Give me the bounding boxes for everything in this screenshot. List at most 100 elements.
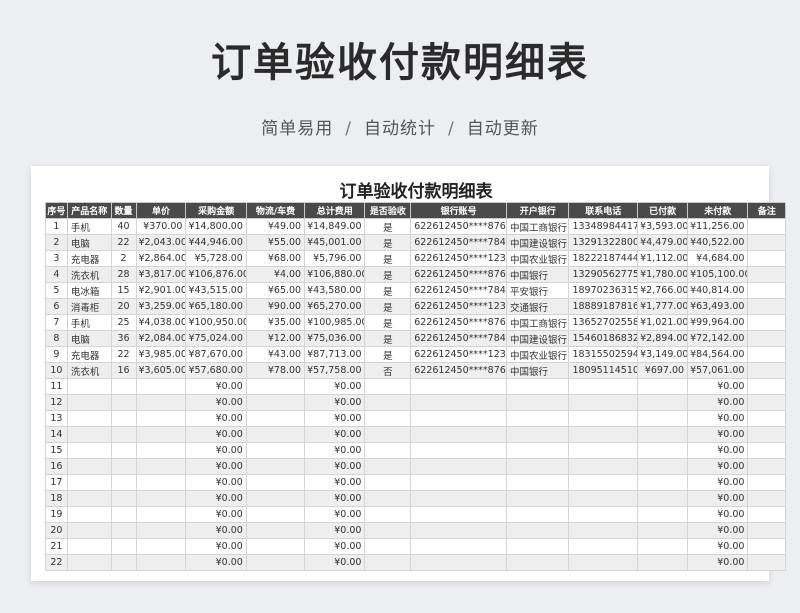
table-cell[interactable] <box>410 474 507 491</box>
table-cell[interactable]: ¥49.00 <box>245 218 306 235</box>
table-cell[interactable]: ¥0.00 <box>304 506 366 523</box>
table-cell[interactable] <box>364 554 412 571</box>
table-cell[interactable] <box>66 442 112 459</box>
table-cell[interactable] <box>66 522 112 539</box>
table-cell[interactable] <box>66 426 112 443</box>
table-cell[interactable] <box>505 426 570 443</box>
table-cell[interactable]: ¥0.00 <box>687 426 749 443</box>
table-cell[interactable]: 交通银行 <box>505 298 570 315</box>
table-cell[interactable]: 622612450****8767 <box>410 314 507 331</box>
table-cell[interactable] <box>410 458 507 475</box>
table-cell[interactable]: ¥68.00 <box>245 250 306 267</box>
table-cell[interactable]: 21 <box>45 538 68 555</box>
table-cell[interactable] <box>135 410 187 427</box>
table-cell[interactable]: 622612450****8767 <box>410 218 507 235</box>
table-cell[interactable]: ¥65.00 <box>245 282 306 299</box>
table-cell[interactable]: ¥4,684.00 <box>687 250 749 267</box>
table-cell[interactable] <box>505 522 570 539</box>
table-cell[interactable]: ¥44,946.00 <box>185 234 247 251</box>
table-cell[interactable]: 中国建设银行 <box>505 234 570 251</box>
table-cell[interactable] <box>364 410 412 427</box>
table-cell[interactable]: ¥0.00 <box>185 394 247 411</box>
table-cell[interactable]: ¥63,493.00 <box>687 298 749 315</box>
table-cell[interactable]: ¥57,061.00 <box>687 362 749 379</box>
table-cell[interactable]: 18 <box>45 490 68 507</box>
table-cell[interactable] <box>66 474 112 491</box>
table-cell[interactable] <box>245 554 306 571</box>
table-cell[interactable]: 中国银行 <box>505 362 570 379</box>
table-cell[interactable] <box>245 474 306 491</box>
table-cell[interactable] <box>747 490 786 507</box>
table-cell[interactable] <box>747 266 786 283</box>
table-cell[interactable]: 622612450****7842 <box>410 234 507 251</box>
table-cell[interactable]: 是 <box>364 346 412 363</box>
table-cell[interactable]: ¥0.00 <box>304 538 366 555</box>
table-cell[interactable]: ¥0.00 <box>185 474 247 491</box>
table-cell[interactable]: ¥0.00 <box>304 378 366 395</box>
table-cell[interactable] <box>505 506 570 523</box>
table-cell[interactable] <box>110 458 137 475</box>
table-cell[interactable]: 15 <box>45 442 68 459</box>
table-cell[interactable]: ¥0.00 <box>687 410 749 427</box>
table-cell[interactable]: ¥12.00 <box>245 330 306 347</box>
table-cell[interactable] <box>410 490 507 507</box>
table-cell[interactable]: 是 <box>364 234 412 251</box>
table-cell[interactable]: ¥87,713.00 <box>304 346 366 363</box>
table-cell[interactable] <box>747 474 786 491</box>
table-cell[interactable]: 中国工商银行 <box>505 218 570 235</box>
table-cell[interactable] <box>637 378 689 395</box>
table-cell[interactable] <box>505 410 570 427</box>
table-cell[interactable]: 10 <box>45 362 68 379</box>
table-cell[interactable]: ¥14,849.00 <box>304 218 366 235</box>
table-cell[interactable] <box>410 522 507 539</box>
table-cell[interactable] <box>410 506 507 523</box>
table-cell[interactable]: 622612450****1235 <box>410 346 507 363</box>
table-cell[interactable]: 622612450****1235 <box>410 298 507 315</box>
table-cell[interactable]: 13348984417 <box>568 218 639 235</box>
table-cell[interactable] <box>747 218 786 235</box>
table-cell[interactable]: ¥0.00 <box>687 538 749 555</box>
table-cell[interactable]: ¥0.00 <box>687 554 749 571</box>
table-cell[interactable]: ¥0.00 <box>304 442 366 459</box>
table-cell[interactable] <box>364 538 412 555</box>
table-cell[interactable]: ¥0.00 <box>185 458 247 475</box>
table-cell[interactable]: ¥3,259.00 <box>135 298 187 315</box>
table-cell[interactable] <box>410 394 507 411</box>
table-cell[interactable]: 28 <box>110 266 137 283</box>
table-cell[interactable]: 40 <box>110 218 137 235</box>
table-cell[interactable]: ¥0.00 <box>304 474 366 491</box>
table-cell[interactable]: ¥78.00 <box>245 362 306 379</box>
table-cell[interactable]: ¥3,817.00 <box>135 266 187 283</box>
table-cell[interactable]: ¥1,021.00 <box>637 314 689 331</box>
table-cell[interactable] <box>66 554 112 571</box>
table-cell[interactable]: ¥0.00 <box>185 506 247 523</box>
table-cell[interactable]: ¥43,580.00 <box>304 282 366 299</box>
table-cell[interactable] <box>66 410 112 427</box>
table-cell[interactable]: ¥40,522.00 <box>687 234 749 251</box>
table-cell[interactable] <box>637 442 689 459</box>
table-cell[interactable]: ¥2,043.00 <box>135 234 187 251</box>
table-cell[interactable] <box>245 490 306 507</box>
table-cell[interactable] <box>135 474 187 491</box>
table-cell[interactable]: ¥0.00 <box>185 522 247 539</box>
table-cell[interactable]: 2 <box>45 234 68 251</box>
table-cell[interactable]: ¥4,479.00 <box>637 234 689 251</box>
table-cell[interactable]: ¥697.00 <box>637 362 689 379</box>
table-cell[interactable] <box>110 442 137 459</box>
table-cell[interactable] <box>135 490 187 507</box>
table-cell[interactable]: ¥106,880.00 <box>304 266 366 283</box>
table-cell[interactable] <box>747 330 786 347</box>
table-cell[interactable] <box>568 426 639 443</box>
table-cell[interactable]: ¥2,084.00 <box>135 330 187 347</box>
table-cell[interactable]: 13652702558 <box>568 314 639 331</box>
table-cell[interactable]: ¥90.00 <box>245 298 306 315</box>
table-cell[interactable]: ¥0.00 <box>687 442 749 459</box>
table-cell[interactable]: ¥0.00 <box>687 506 749 523</box>
table-cell[interactable] <box>66 378 112 395</box>
table-cell[interactable] <box>135 522 187 539</box>
table-cell[interactable] <box>110 378 137 395</box>
table-cell[interactable]: ¥57,680.00 <box>185 362 247 379</box>
table-cell[interactable] <box>747 234 786 251</box>
table-cell[interactable]: ¥3,593.00 <box>637 218 689 235</box>
table-cell[interactable]: ¥57,758.00 <box>304 362 366 379</box>
